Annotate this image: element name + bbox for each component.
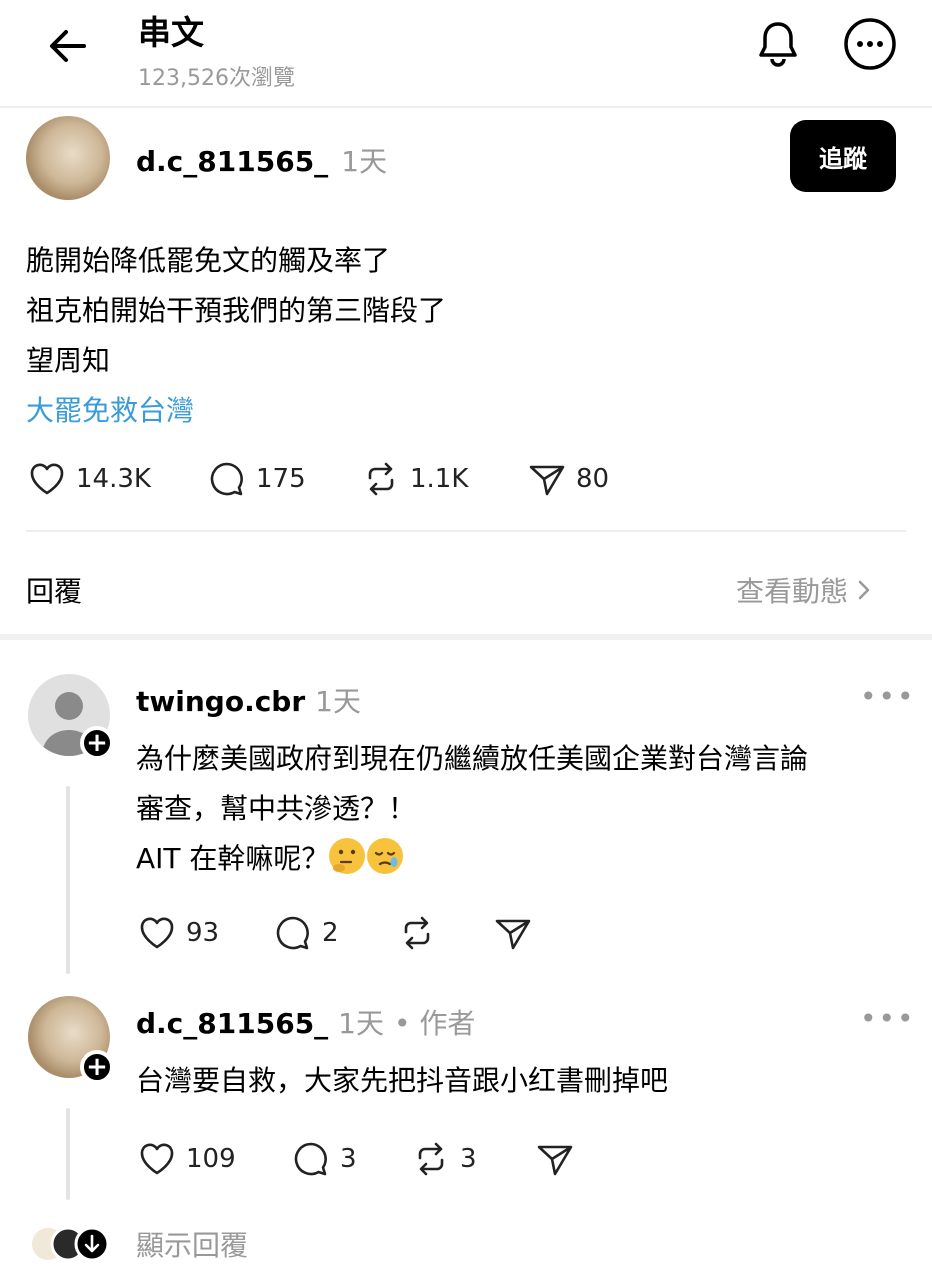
comment-header: d.c_811565_ 1天 • 作者 bbox=[136, 1002, 475, 1042]
comment-username[interactable]: d.c_811565_ bbox=[136, 1007, 328, 1040]
heart-icon bbox=[140, 917, 174, 949]
post-author-row: d.c_811565_ 1天 bbox=[136, 140, 387, 180]
comment-more-icon[interactable]: ••• bbox=[860, 1002, 916, 1035]
comment-text-line: 為什麼美國政府到現在仍繼續放任美國企業對台灣言論 bbox=[136, 742, 809, 775]
repost-icon bbox=[404, 916, 430, 950]
comment-text: 台灣要自救，大家先把抖音跟小红書刪掉吧 bbox=[136, 1056, 668, 1106]
share-button[interactable]: 80 bbox=[526, 458, 609, 500]
thick-divider bbox=[0, 634, 932, 640]
replies-heading: 回覆 bbox=[26, 575, 83, 608]
thread-line bbox=[66, 786, 70, 974]
comment-text-line: 台灣要自救，大家先把抖音跟小红書刪掉吧 bbox=[136, 1064, 669, 1097]
view-activity-link[interactable]: 查看動態 bbox=[736, 570, 874, 610]
comment-more-icon[interactable]: ••• bbox=[860, 680, 916, 713]
thinking-face-emoji bbox=[329, 838, 366, 874]
back-arrow-icon[interactable] bbox=[44, 22, 92, 70]
comment-time: 1天 bbox=[315, 685, 361, 718]
sleepy-face-emoji bbox=[367, 838, 404, 874]
comment-reply-count: 3 bbox=[340, 1144, 357, 1174]
like-count: 14.3K bbox=[76, 464, 151, 494]
comment-reply-count: 2 bbox=[322, 918, 339, 948]
post-text-line: 祖克柏開始干預我們的第三階段了 bbox=[26, 294, 447, 327]
page-title: 串文 bbox=[138, 13, 204, 52]
repost-icon bbox=[368, 462, 394, 496]
author-tag: • 作者 bbox=[394, 1007, 476, 1040]
share-count: 80 bbox=[576, 464, 610, 494]
heart-icon bbox=[140, 1143, 174, 1175]
comment-like-count: 109 bbox=[186, 1144, 236, 1174]
follow-plus-icon[interactable]: + bbox=[80, 726, 114, 760]
view-count: 123,526次瀏覽 bbox=[138, 66, 295, 91]
comment-bubble-icon bbox=[294, 1142, 327, 1176]
comment-like-count: 93 bbox=[186, 918, 220, 948]
post-author-avatar[interactable] bbox=[26, 116, 110, 200]
more-options-icon[interactable] bbox=[842, 16, 898, 72]
send-icon bbox=[495, 919, 531, 950]
comment-repost-button[interactable]: 3 bbox=[410, 1138, 477, 1180]
show-replies-link[interactable]: 顯示回覆 bbox=[136, 1224, 248, 1264]
section-divider bbox=[26, 530, 906, 532]
comment-time: 1天 bbox=[338, 1007, 384, 1040]
follow-plus-icon[interactable]: + bbox=[80, 1050, 114, 1084]
comment-bubble-icon bbox=[210, 462, 243, 496]
comment-share-button[interactable] bbox=[492, 912, 534, 954]
comment-count: 175 bbox=[256, 464, 306, 494]
send-icon bbox=[537, 1145, 573, 1176]
chevron-right-icon bbox=[858, 580, 870, 600]
comment-button[interactable]: 175 bbox=[206, 458, 306, 500]
like-button[interactable]: 14.3K bbox=[26, 458, 151, 500]
comment-text-line: AIT 在幹嘛呢？ bbox=[136, 842, 330, 875]
comment-reply-button[interactable]: 3 bbox=[290, 1138, 357, 1180]
view-activity-label: 查看動態 bbox=[736, 575, 849, 608]
heart-icon bbox=[30, 463, 64, 495]
post-author-username[interactable]: d.c_811565_ bbox=[136, 145, 328, 178]
header-divider bbox=[0, 106, 932, 108]
comment-repost-count: 3 bbox=[460, 1144, 477, 1174]
comment-header: twingo.cbr 1天 bbox=[136, 680, 361, 720]
comment-repost-button[interactable] bbox=[396, 912, 438, 954]
bell-icon[interactable] bbox=[750, 16, 806, 72]
post-time: 1天 bbox=[341, 145, 388, 178]
post-text: 脆開始降低罷免文的觸及率了 祖克柏開始干預我們的第三階段了 望周知 大罷免救台灣 bbox=[26, 236, 446, 436]
post-text-line: 望周知 bbox=[26, 344, 111, 377]
comment-share-button[interactable] bbox=[534, 1138, 576, 1180]
comment-like-button[interactable]: 93 bbox=[136, 912, 219, 954]
repost-icon bbox=[418, 1142, 444, 1176]
hashtag-link[interactable]: 大罷免救台灣 bbox=[26, 386, 446, 436]
comment-text-line: 審查，幫中共滲透？！ bbox=[136, 792, 417, 825]
send-icon bbox=[529, 465, 565, 496]
post-text-line: 脆開始降低罷免文的觸及率了 bbox=[26, 244, 391, 277]
comment-text: 為什麼美國政府到現在仍繼續放任美國企業對台灣言論 審查，幫中共滲透？！ AIT … bbox=[136, 734, 808, 884]
comment-like-button[interactable]: 109 bbox=[136, 1138, 236, 1180]
reply-avatars[interactable] bbox=[30, 1224, 110, 1264]
thread-line bbox=[66, 1108, 70, 1200]
comment-username[interactable]: twingo.cbr bbox=[136, 685, 305, 718]
follow-button[interactable]: 追蹤 bbox=[790, 120, 896, 192]
comment-reply-button[interactable]: 2 bbox=[272, 912, 339, 954]
repost-count: 1.1K bbox=[410, 464, 469, 494]
comment-bubble-icon bbox=[276, 916, 309, 950]
repost-button[interactable]: 1.1K bbox=[360, 458, 468, 500]
